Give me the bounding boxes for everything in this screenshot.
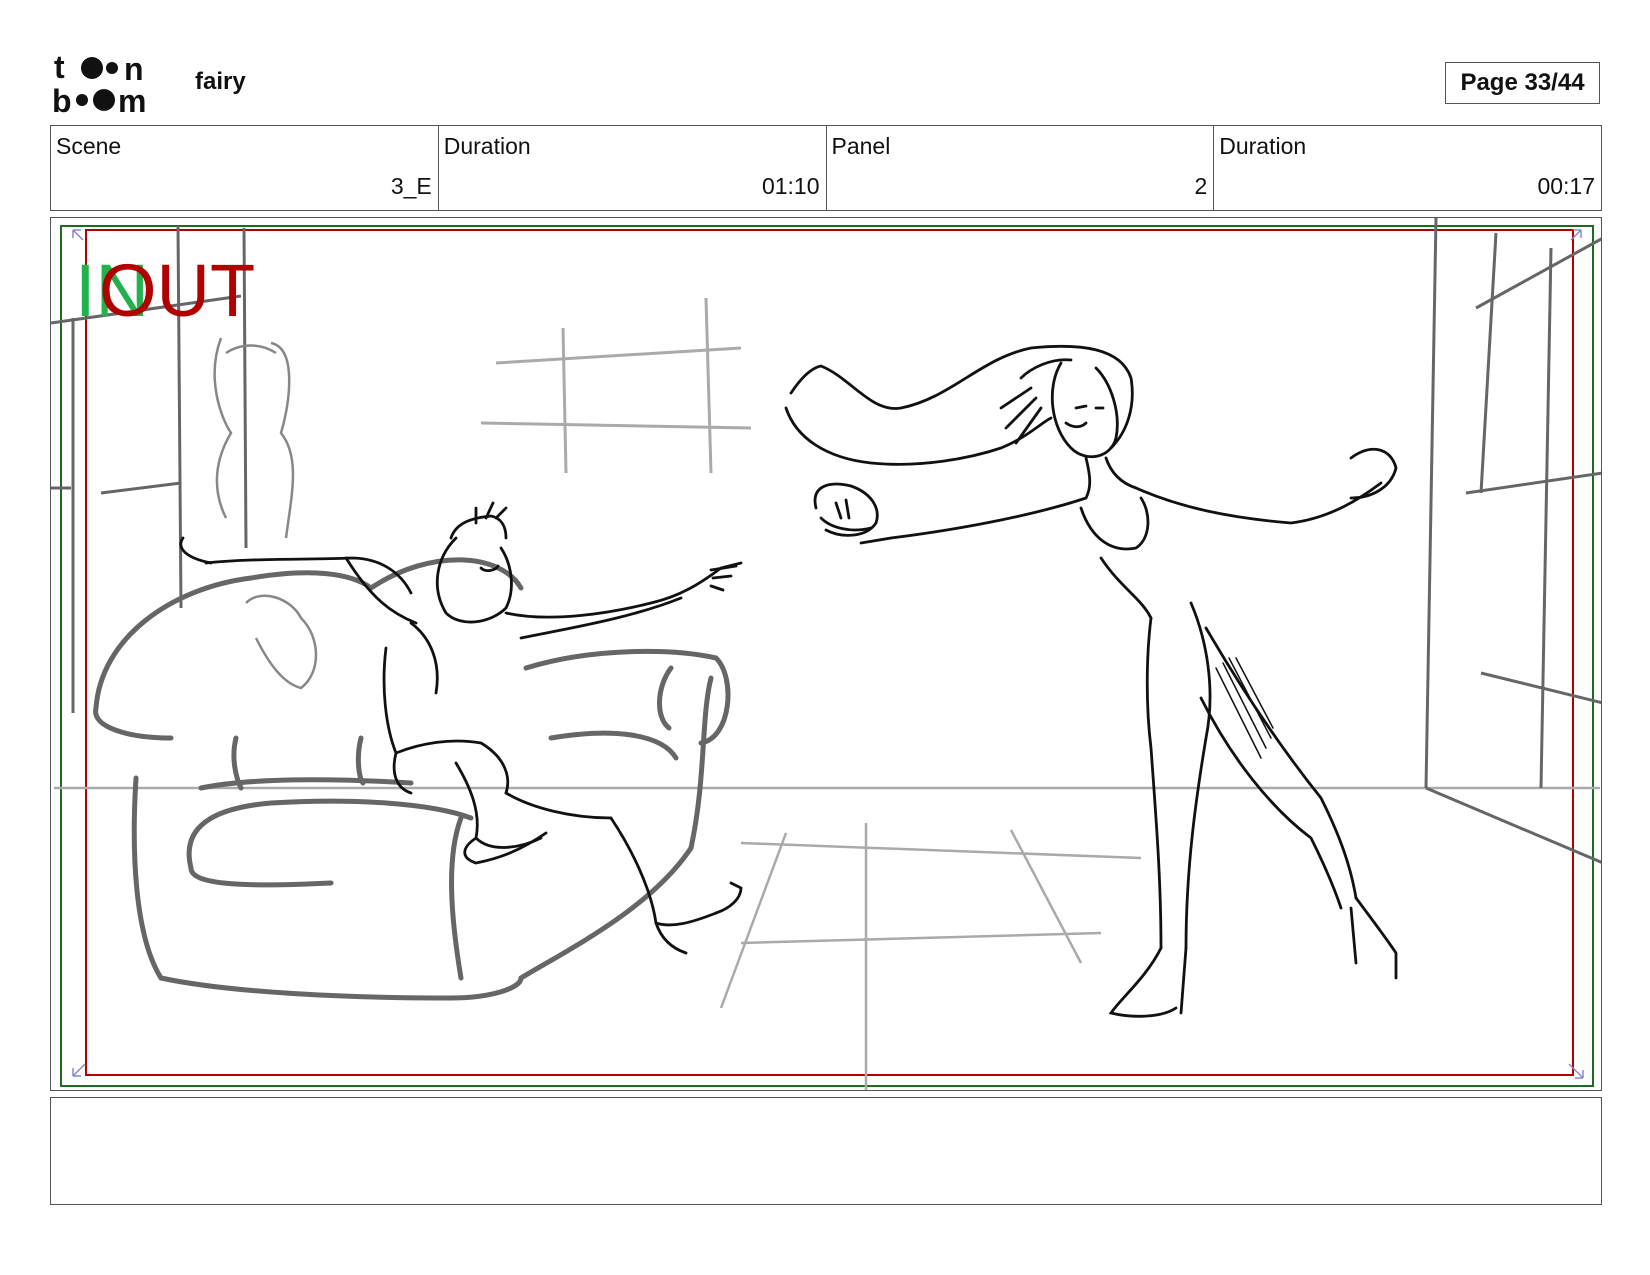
armchair-sketch bbox=[93, 557, 731, 1001]
safe-frame bbox=[60, 225, 1594, 1087]
ghost-figure-sketch bbox=[213, 337, 318, 690]
out-marker: OUT bbox=[99, 249, 255, 332]
background-floor bbox=[54, 786, 1600, 1090]
scene-duration-value: 01:10 bbox=[761, 173, 820, 199]
project-title: fairy bbox=[195, 68, 246, 95]
page-indicator: Page 33/44 bbox=[1445, 62, 1600, 104]
svg-text:n: n bbox=[124, 52, 144, 87]
camera-frame bbox=[85, 229, 1574, 1076]
panel-caption-box bbox=[50, 1097, 1602, 1205]
background-doorway bbox=[51, 218, 1601, 864]
svg-text:b: b bbox=[52, 83, 72, 118]
svg-text:t: t bbox=[54, 52, 65, 85]
scene-cell: Scene 3_E bbox=[51, 126, 439, 210]
storyboard-panel: IN OUT bbox=[50, 217, 1602, 1091]
scene-duration-cell: Duration 01:10 bbox=[439, 126, 827, 210]
svg-text:m: m bbox=[118, 83, 146, 118]
panel-duration-value: 00:17 bbox=[1537, 173, 1595, 199]
panel-cell: Panel 2 bbox=[827, 126, 1215, 210]
scene-info-table: Scene 3_E Duration 01:10 Panel 2 Duratio… bbox=[50, 125, 1602, 211]
scene-duration-label: Duration bbox=[443, 133, 531, 159]
panel-duration-cell: Duration 00:17 bbox=[1214, 126, 1601, 210]
fairy-woman-sketch bbox=[784, 344, 1398, 1018]
frame-corner-arrows bbox=[72, 229, 1584, 1079]
background-window bbox=[480, 297, 752, 474]
panel-label: Panel bbox=[831, 133, 891, 159]
panel-sketch: IN OUT bbox=[51, 218, 1601, 1090]
scene-label: Scene bbox=[56, 133, 122, 159]
toonboom-logo: t n b m bbox=[52, 52, 146, 118]
panel-duration-label: Duration bbox=[1219, 133, 1307, 159]
panel-value: 2 bbox=[1194, 173, 1208, 199]
scene-value: 3_E bbox=[390, 173, 432, 199]
